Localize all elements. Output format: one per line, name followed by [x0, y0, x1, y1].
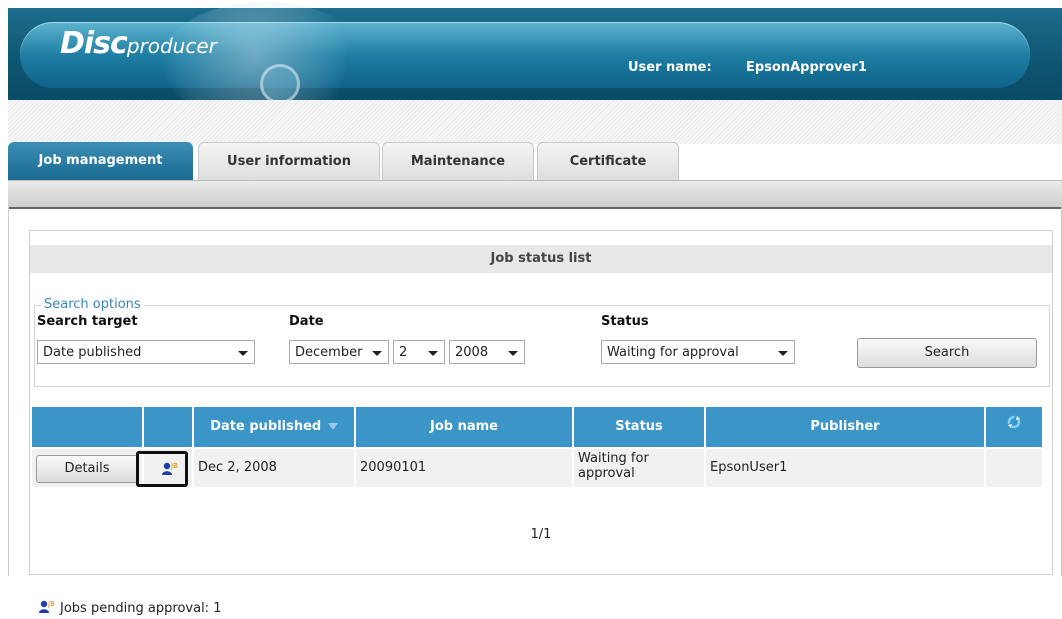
status-label: Status — [601, 314, 649, 329]
refresh-icon[interactable] — [1006, 407, 1022, 447]
search-button[interactable]: Search — [857, 338, 1037, 368]
date-label: Date — [289, 314, 324, 329]
year-select[interactable]: 2008 — [449, 340, 525, 364]
search-target-value: Date published — [43, 345, 142, 360]
dropdown-arrow-icon — [238, 351, 248, 356]
user-name-value: EpsonApprover1 — [746, 60, 867, 75]
svg-text:JB: JB — [47, 600, 55, 608]
job-status-list-title: Job status list — [30, 245, 1052, 273]
dropdown-arrow-icon — [778, 351, 788, 356]
dropdown-arrow-icon — [372, 351, 382, 356]
column-header-job-name[interactable]: Job name — [356, 407, 574, 447]
details-button[interactable]: Details — [36, 455, 138, 483]
status-value: Waiting for approval — [607, 345, 739, 360]
job-approval-icon: JB — [38, 598, 56, 618]
app-header: Discproducer User name: EpsonApprover1 — [8, 2, 1062, 122]
pager: 1/1 — [530, 527, 552, 542]
tab-job-management[interactable]: Job management — [8, 142, 193, 180]
job-table-header: Date published Job name Status Publisher — [32, 407, 1042, 447]
row-status: Waiting for approval — [574, 449, 706, 487]
status-select[interactable]: Waiting for approval — [601, 340, 795, 364]
user-name-label: User name: — [628, 60, 712, 75]
column-header-status[interactable]: Status — [574, 407, 706, 447]
tab-user-information[interactable]: User information — [198, 142, 380, 180]
tab-toolbar — [8, 180, 1062, 209]
tab-certificate[interactable]: Certificate — [537, 142, 679, 180]
search-options-legend: Search options — [41, 297, 144, 312]
column-header-date-published[interactable]: Date published — [194, 407, 356, 447]
dropdown-arrow-icon — [428, 351, 438, 356]
row-job-name: 20090101 — [356, 449, 574, 487]
highlight-box — [136, 451, 188, 487]
column-header-action — [32, 407, 144, 447]
search-options: Search options Search target Date Status… — [34, 297, 1050, 387]
day-value: 2 — [399, 345, 408, 360]
logo-text: producer — [126, 34, 217, 58]
year-value: 2008 — [455, 345, 489, 360]
date-published-header-label: Date published — [210, 419, 322, 434]
search-target-select[interactable]: Date published — [37, 340, 255, 364]
app-logo: Discproducer — [60, 26, 217, 61]
pending-approval-label: Jobs pending approval: 1 — [60, 600, 222, 616]
search-target-label: Search target — [37, 314, 138, 329]
sort-down-icon — [327, 423, 338, 430]
row-date-published: Dec 2, 2008 — [194, 449, 356, 487]
dropdown-arrow-icon — [508, 351, 518, 356]
row-empty-cell — [986, 449, 1042, 487]
job-list-frame: Job status list Search options Search ta… — [29, 230, 1053, 575]
column-header-icon — [144, 407, 194, 447]
main-panel: Job status list Search options Search ta… — [8, 206, 1062, 576]
day-select[interactable]: 2 — [393, 340, 445, 364]
month-select[interactable]: December — [289, 340, 389, 364]
column-header-refresh[interactable] — [986, 407, 1042, 447]
row-action-cell: Details — [32, 449, 144, 487]
pending-approval-note: JB Jobs pending approval: 1 — [38, 598, 221, 618]
logo-bold-text: Disc — [60, 26, 128, 61]
hatch-strip — [8, 100, 1062, 144]
disc-hole-graphic — [260, 64, 300, 104]
month-value: December — [295, 345, 363, 360]
column-header-publisher[interactable]: Publisher — [706, 407, 986, 447]
tab-maintenance[interactable]: Maintenance — [382, 142, 534, 180]
row-publisher: EpsonUser1 — [706, 449, 986, 487]
